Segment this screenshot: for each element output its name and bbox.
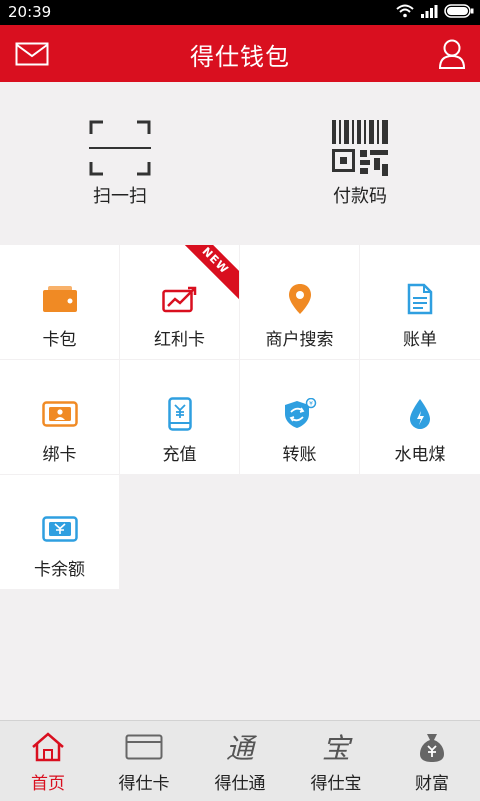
tab-label: 得仕宝 xyxy=(310,774,362,794)
scan-icon xyxy=(89,120,151,176)
bill-document-icon xyxy=(407,283,433,315)
water-drop-icon xyxy=(410,399,430,429)
grid-item-label: 卡包 xyxy=(42,330,77,350)
home-icon xyxy=(32,732,64,762)
status-time: 20:39 xyxy=(8,3,52,21)
grid-item-label: 商户搜索 xyxy=(265,330,334,350)
grid-item-label: 转账 xyxy=(282,445,317,465)
bind-card-icon xyxy=(41,401,78,427)
money-bag-icon xyxy=(420,734,444,762)
grid-item-label: 卡余额 xyxy=(34,560,85,580)
tab-label: 首页 xyxy=(31,774,65,794)
grid-item-card-pack[interactable]: 卡包 xyxy=(0,245,119,359)
trend-card-icon xyxy=(161,286,196,313)
wifi-icon xyxy=(396,4,414,18)
tab-label: 财富 xyxy=(415,774,449,794)
user-icon xyxy=(438,39,466,69)
tab-desh-card[interactable]: 得仕卡 xyxy=(96,721,192,801)
grid-item-label: 账单 xyxy=(403,330,437,350)
grid-item-label: 红利卡 xyxy=(154,330,205,350)
payment-code-button[interactable]: 付款码 xyxy=(300,120,420,208)
grid-item-label: 绑卡 xyxy=(42,445,77,465)
svg-text:¥: ¥ xyxy=(309,401,313,408)
tab-desh-bao[interactable]: 宝 得仕宝 xyxy=(288,721,384,801)
signal-icon xyxy=(421,5,438,18)
card-balance-icon xyxy=(41,516,78,542)
card-icon xyxy=(125,734,163,760)
battery-icon xyxy=(444,4,474,18)
grid-item-card-balance[interactable]: 卡余额 xyxy=(0,475,119,589)
transfer-shield-icon: ¥ xyxy=(284,398,316,428)
tab-desh-tong[interactable]: 通 得仕通 xyxy=(192,721,288,801)
grid-item-merchant-search[interactable]: 商户搜索 xyxy=(240,245,359,359)
grid-item-transfer[interactable]: ¥ 转账 xyxy=(240,360,359,474)
grid-item-utilities[interactable]: 水电煤 xyxy=(360,360,480,474)
scan-button[interactable]: 扫一扫 xyxy=(60,120,180,208)
tab-label: 得仕通 xyxy=(214,774,266,794)
qr-code-icon xyxy=(332,120,388,176)
scan-label: 扫一扫 xyxy=(93,186,147,207)
location-pin-icon xyxy=(288,284,311,314)
grid-item-recharge[interactable]: 充值 xyxy=(120,360,239,474)
app-header: 得仕钱包 xyxy=(0,25,480,82)
grid-item-label: 充值 xyxy=(162,445,197,465)
phone-yuan-icon xyxy=(167,397,192,431)
bottom-tab-bar: 首页 得仕卡 通 得仕通 宝 得仕宝 财富 xyxy=(0,720,480,801)
grid-item-label: 水电煤 xyxy=(394,445,446,465)
grid-item-bind-card[interactable]: 绑卡 xyxy=(0,360,119,474)
quick-actions: 扫一扫 付款码 xyxy=(0,82,480,242)
page-title: 得仕钱包 xyxy=(190,43,290,71)
grid-item-bill[interactable]: 账单 xyxy=(360,245,480,359)
user-button[interactable] xyxy=(432,37,472,71)
wallet-icon xyxy=(42,286,77,312)
bao-glyph-icon: 宝 xyxy=(321,732,350,765)
tab-label: 得仕卡 xyxy=(118,774,170,794)
tong-glyph-icon: 通 xyxy=(225,732,254,765)
status-bar: 20:39 xyxy=(0,0,480,25)
status-icons xyxy=(396,4,474,18)
grid-item-bonus-card[interactable]: NEW 红利卡 xyxy=(120,245,239,359)
tab-wealth[interactable]: 财富 xyxy=(384,721,480,801)
tab-home[interactable]: 首页 xyxy=(0,721,96,801)
payment-code-label: 付款码 xyxy=(333,186,387,207)
